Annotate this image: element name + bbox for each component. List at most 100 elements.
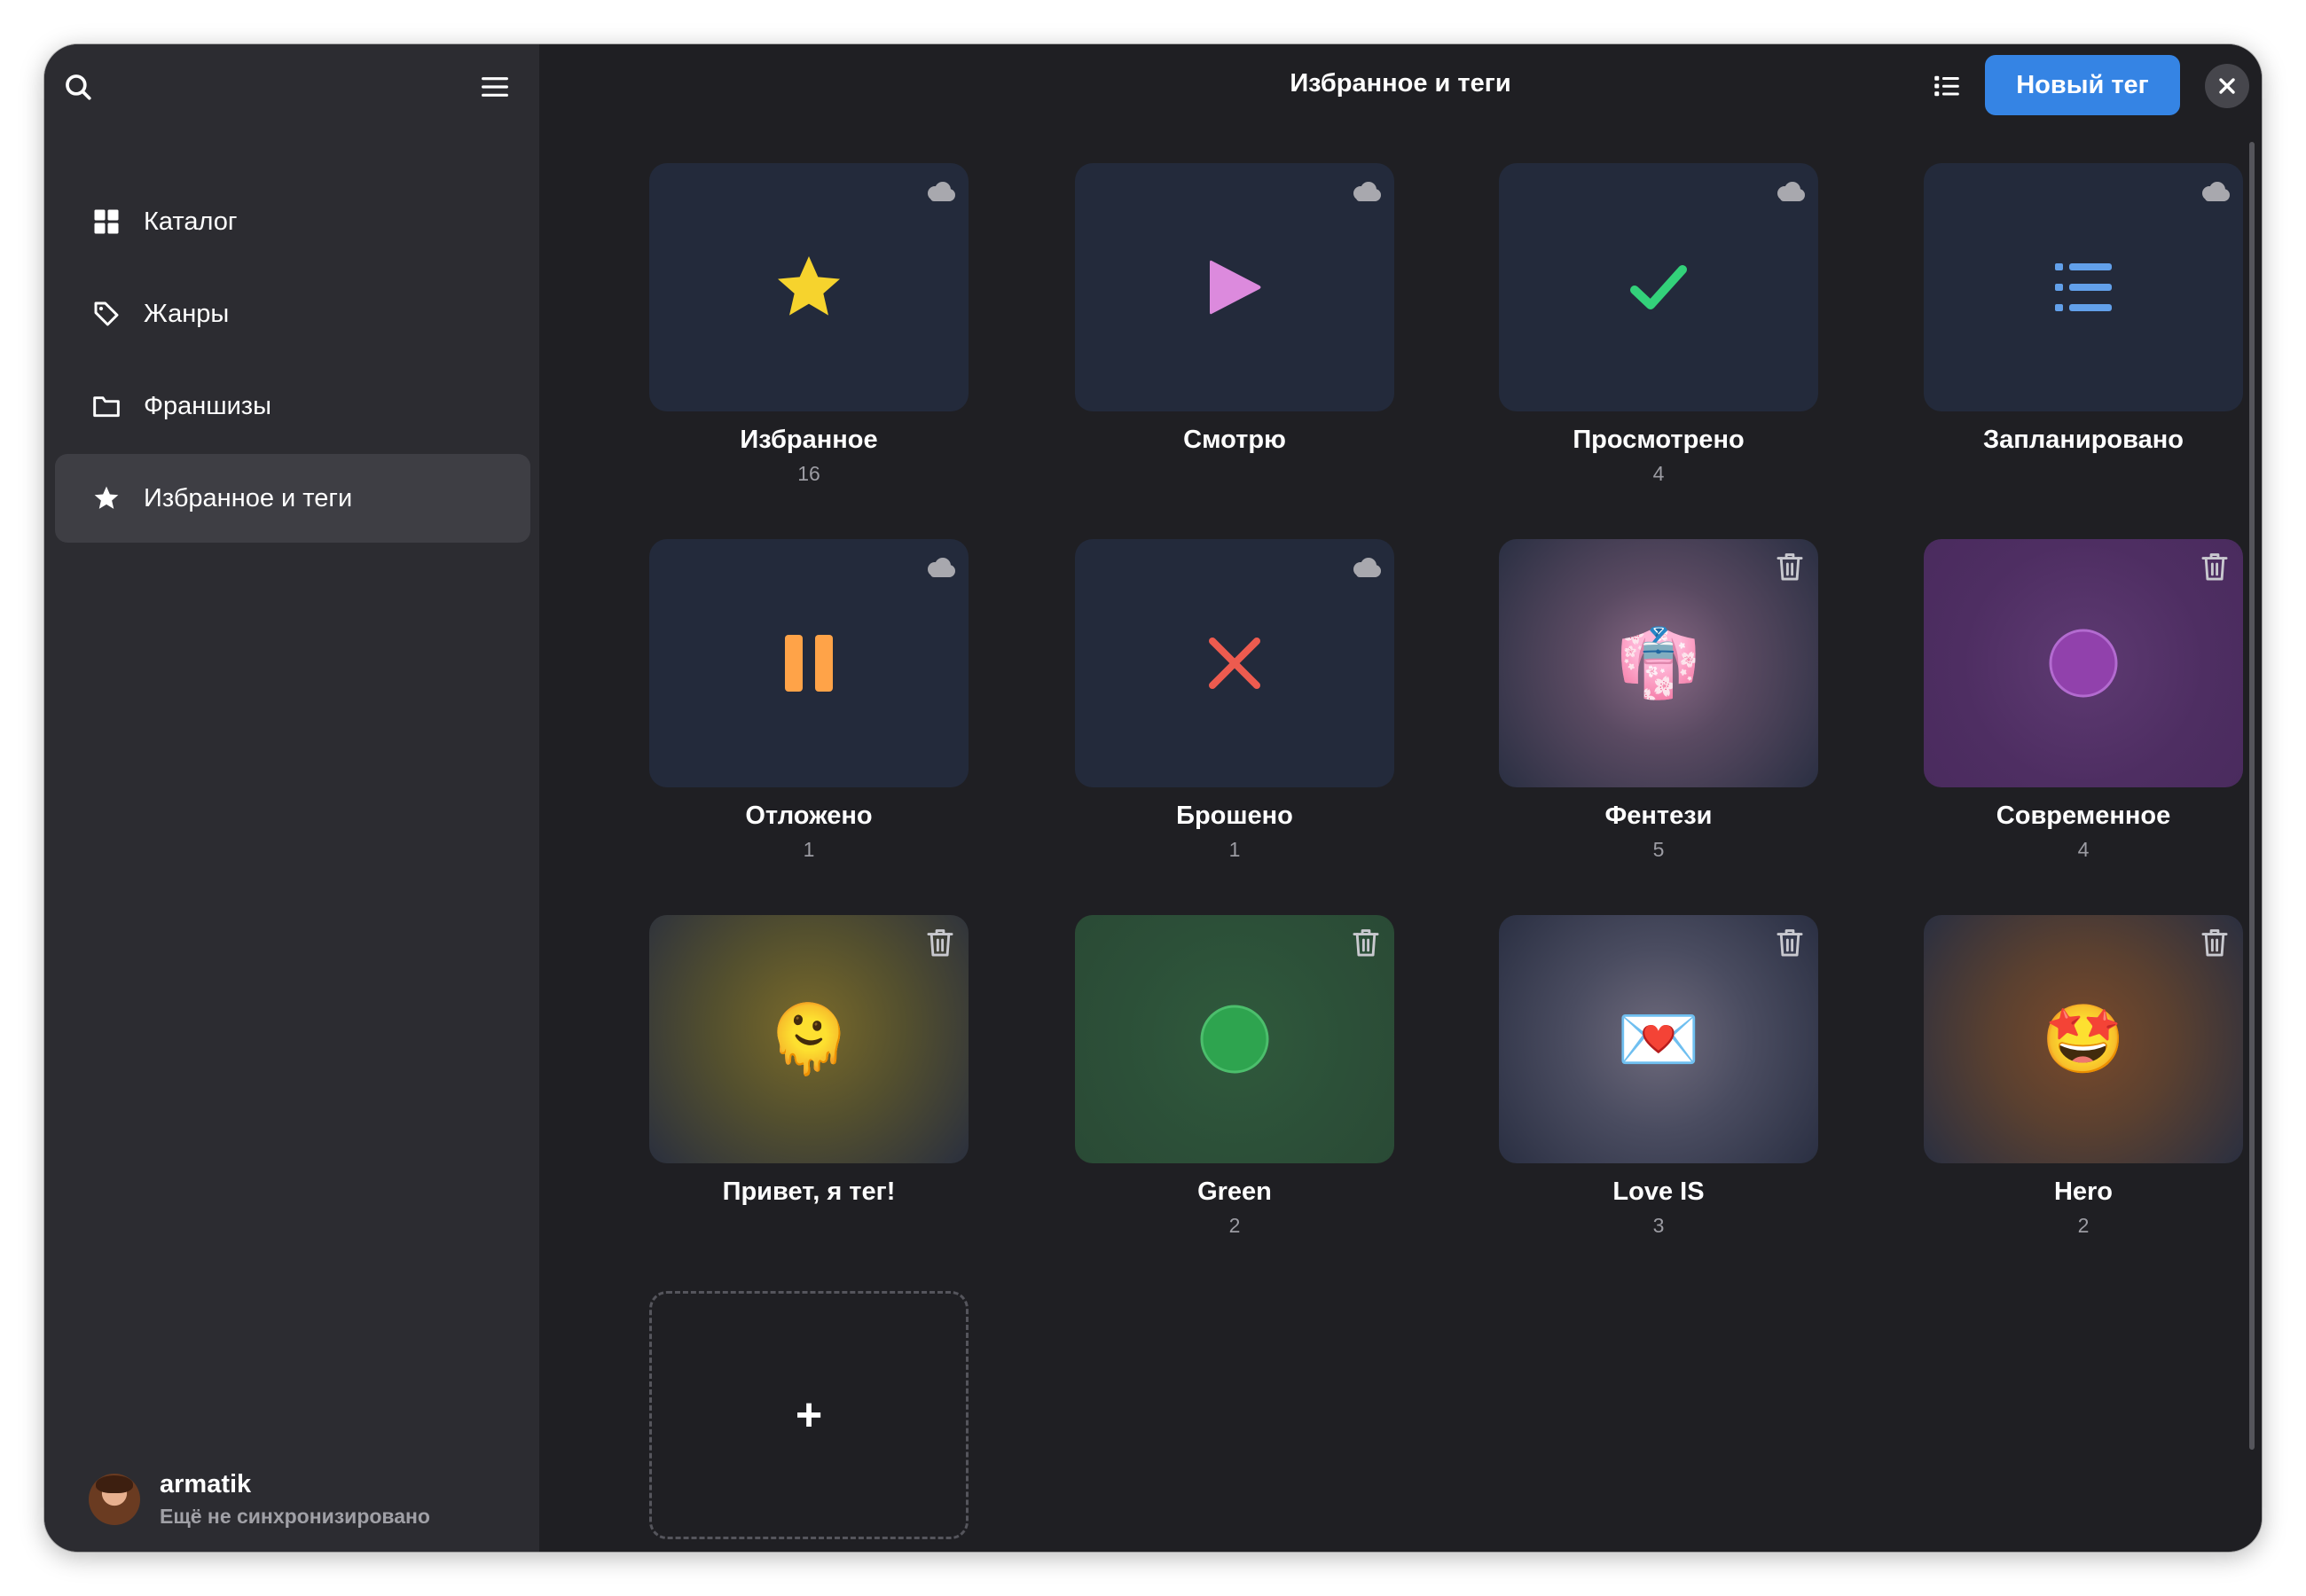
cloud-icon bbox=[1346, 550, 1385, 585]
app-window: Каталог Жанры Франшизы Избранное и теги bbox=[44, 44, 2262, 1552]
tag-card-dropped[interactable] bbox=[1075, 539, 1394, 787]
user-name: armatik bbox=[160, 1470, 252, 1498]
add-tag-button[interactable]: + bbox=[649, 1291, 969, 1539]
trash-icon[interactable] bbox=[1346, 926, 1385, 961]
tag-tile: Запланировано bbox=[1924, 163, 2243, 487]
sidebar-item-label: Каталог bbox=[144, 207, 238, 236]
cloud-icon bbox=[2195, 174, 2234, 209]
love-letter-emoji: 💌 bbox=[1616, 999, 1701, 1078]
tag-tile: 🤩 Hero 2 bbox=[1924, 915, 2243, 1239]
tag-card-on-hold[interactable] bbox=[649, 539, 969, 787]
folder-icon bbox=[90, 390, 122, 422]
search-icon bbox=[66, 74, 91, 100]
trash-icon[interactable] bbox=[1770, 550, 1809, 585]
trash-icon[interactable] bbox=[2195, 550, 2234, 585]
tag-count: 3 bbox=[1652, 1214, 1665, 1237]
user-profile[interactable]: armatik Ещё не синхронизировано bbox=[89, 1470, 430, 1529]
plus-icon: + bbox=[795, 1389, 823, 1441]
tag-tile: Green 2 bbox=[1075, 915, 1394, 1239]
star-icon bbox=[778, 256, 840, 316]
tag-label: Green bbox=[1197, 1177, 1272, 1206]
sidebar-item-favorites-tags[interactable]: Избранное и теги bbox=[55, 454, 530, 543]
trash-icon[interactable] bbox=[2195, 926, 2234, 961]
tag-tile: 💌 Love IS 3 bbox=[1499, 915, 1818, 1239]
tag-tile: 👘 Фентези 5 bbox=[1499, 539, 1818, 863]
tag-card-love-is[interactable]: 💌 bbox=[1499, 915, 1818, 1163]
sidebar: Каталог Жанры Франшизы Избранное и теги bbox=[44, 44, 539, 1552]
search-button[interactable] bbox=[57, 66, 99, 108]
tag-count: 2 bbox=[1228, 1214, 1241, 1237]
cross-icon bbox=[1209, 638, 1260, 689]
star-struck-emoji: 🤩 bbox=[2041, 999, 2126, 1078]
cloud-icon bbox=[921, 174, 960, 209]
tag-label: Love IS bbox=[1612, 1177, 1705, 1206]
check-icon bbox=[1630, 265, 1687, 309]
sidebar-nav: Каталог Жанры Франшизы Избранное и теги bbox=[55, 177, 530, 546]
tag-tile: Отложено 1 bbox=[649, 539, 969, 863]
tag-card-hello-tag[interactable]: 🫠 bbox=[649, 915, 969, 1163]
cloud-icon bbox=[1770, 174, 1809, 209]
tag-label: Отложено bbox=[745, 802, 873, 830]
tag-count bbox=[1924, 462, 2243, 487]
tag-card-modern[interactable] bbox=[1924, 539, 2243, 787]
cloud-icon bbox=[921, 550, 960, 585]
hamburger-menu-icon bbox=[482, 77, 508, 97]
star-icon bbox=[90, 482, 122, 514]
tag-count: 4 bbox=[1652, 462, 1665, 485]
scrollbar[interactable] bbox=[2249, 142, 2255, 1450]
trash-icon[interactable] bbox=[921, 926, 960, 961]
tag-count: 1 bbox=[803, 838, 815, 861]
new-tag-button[interactable]: Новый тег bbox=[1985, 55, 2180, 115]
tag-label: Современное bbox=[1996, 802, 2171, 830]
tag-card-watched[interactable] bbox=[1499, 163, 1818, 411]
sidebar-item-label: Жанры bbox=[144, 299, 230, 328]
menu-button[interactable] bbox=[474, 66, 516, 108]
list-view-button[interactable] bbox=[1925, 64, 1969, 108]
sidebar-item-label: Избранное и теги bbox=[144, 483, 353, 512]
tag-tile: Избранное 16 bbox=[649, 163, 969, 487]
close-button[interactable] bbox=[2205, 64, 2249, 108]
tag-tile: 🫠 Привет, я тег! bbox=[649, 915, 969, 1239]
add-tag-tile: + bbox=[649, 1291, 969, 1539]
grid-icon bbox=[90, 206, 122, 238]
close-icon bbox=[2219, 78, 2235, 94]
tag-label: Избранное bbox=[740, 426, 878, 454]
sidebar-item-genres[interactable]: Жанры bbox=[55, 270, 530, 358]
list-view-icon bbox=[1934, 75, 1959, 97]
tag-count bbox=[649, 1214, 969, 1239]
tag-count: 5 bbox=[1652, 838, 1665, 861]
cloud-icon bbox=[1346, 174, 1385, 209]
tag-label: Привет, я тег! bbox=[722, 1177, 896, 1206]
trash-icon[interactable] bbox=[1770, 926, 1809, 961]
tag-card-favorites[interactable] bbox=[649, 163, 969, 411]
tag-card-hero[interactable]: 🤩 bbox=[1924, 915, 2243, 1163]
tag-label: Смотрю bbox=[1183, 426, 1286, 454]
tag-label: Hero bbox=[2053, 1177, 2114, 1206]
tag-tile: Смотрю bbox=[1075, 163, 1394, 487]
tag-card-green[interactable] bbox=[1075, 915, 1394, 1163]
sidebar-item-label: Франшизы bbox=[144, 391, 271, 420]
tag-count bbox=[1075, 462, 1394, 487]
play-icon bbox=[1210, 260, 1261, 315]
tag-label: Фентези bbox=[1604, 802, 1713, 830]
tag-label: Запланировано bbox=[1983, 426, 2184, 454]
tag-card-fantasy[interactable]: 👘 bbox=[1499, 539, 1818, 787]
tag-count: 1 bbox=[1228, 838, 1241, 861]
tag-label: Просмотрено bbox=[1573, 426, 1745, 454]
tag-card-planned[interactable] bbox=[1924, 163, 2243, 411]
pause-icon bbox=[785, 635, 833, 692]
sidebar-item-franchises[interactable]: Франшизы bbox=[55, 362, 530, 450]
tag-icon bbox=[90, 298, 122, 330]
tag-card-watching[interactable] bbox=[1075, 163, 1394, 411]
tag-count: 2 bbox=[2077, 1214, 2090, 1237]
sidebar-item-catalog[interactable]: Каталог bbox=[55, 177, 530, 266]
tag-tile: Брошено 1 bbox=[1075, 539, 1394, 863]
kimono-emoji: 👘 bbox=[1616, 623, 1701, 702]
purple-circle-icon bbox=[2049, 629, 2118, 698]
tag-label: Брошено bbox=[1176, 802, 1293, 830]
main-content: Избранное и теги Новый тег Избранное 16 bbox=[539, 44, 2262, 1552]
tag-count: 16 bbox=[797, 462, 820, 485]
list-icon bbox=[2055, 263, 2112, 311]
green-circle-icon bbox=[1200, 1005, 1269, 1074]
melting-face-emoji: 🫠 bbox=[766, 999, 851, 1078]
